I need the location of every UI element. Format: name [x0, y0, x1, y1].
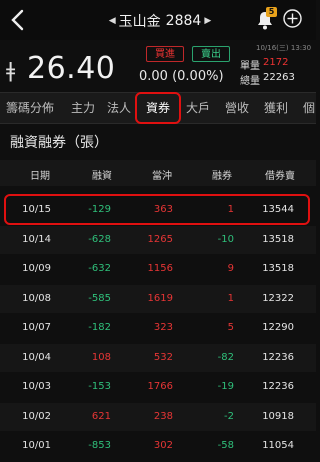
cell-short: 5	[227, 322, 234, 333]
cell-margin: -628	[88, 233, 111, 245]
cell-margin: -632	[88, 263, 111, 274]
stock-name: 玉山金	[118, 14, 161, 30]
cell-short: -10	[217, 233, 234, 245]
column-header-margin: 融資	[92, 171, 112, 182]
cell-daytrade: 302	[153, 440, 173, 451]
cell-margin: -153	[88, 381, 111, 392]
table-row[interactable]: 10/02 621 238 -2 10918	[0, 402, 316, 431]
cell-lend: 13518	[262, 233, 294, 245]
column-header-lend-sell: 借券賣	[265, 171, 295, 182]
cell-date: 10/03	[22, 381, 51, 392]
stock-code: 2884	[165, 13, 202, 29]
cell-lend: 12290	[262, 322, 294, 333]
price-flat-icon: ǂ	[6, 58, 16, 82]
table-row[interactable]: 10/01 -853 302 -58 11054	[0, 432, 316, 460]
highlighted-row-outline	[4, 194, 310, 225]
table-row[interactable]: 10/08 -585 1619 1 12322	[0, 284, 316, 313]
cell-date: 10/02	[22, 410, 51, 422]
current-price: 26.40	[27, 51, 116, 86]
cell-lend: 11054	[262, 440, 294, 451]
quote-timestamp: 10/16(三) 13:30	[256, 44, 312, 52]
cell-lend: 10918	[262, 410, 294, 422]
cell-date: 10/08	[22, 292, 51, 304]
total-volume-value: 22263	[263, 72, 295, 83]
table-row[interactable]: 10/03 -153 1766 -19 12236	[0, 373, 316, 401]
sell-button[interactable]: 賣出	[192, 46, 230, 62]
cell-margin: -182	[88, 322, 111, 333]
stock-switcher[interactable]: ◀ 玉山金 2884 ▶	[95, 11, 225, 31]
cell-margin: -853	[88, 440, 111, 451]
tab-main-force[interactable]: 主力	[71, 93, 95, 123]
cell-daytrade: 238	[153, 410, 173, 422]
single-volume-label: 單量	[240, 61, 260, 72]
cell-date: 10/07	[22, 322, 51, 333]
column-header-date: 日期	[30, 171, 50, 182]
top-bar: ◀ 玉山金 2884 ▶ 5	[0, 0, 316, 40]
section-title: 融資融券（張）	[10, 135, 108, 151]
cell-daytrade: 1766	[147, 381, 173, 392]
cell-date: 10/04	[22, 351, 51, 363]
cell-daytrade: 1619	[147, 292, 173, 304]
single-volume-value: 2172	[263, 57, 289, 68]
chevron-left-icon[interactable]	[8, 8, 28, 32]
next-stock-icon[interactable]: ▶	[204, 16, 211, 26]
cell-daytrade: 532	[153, 351, 173, 363]
plus-circle-icon[interactable]	[283, 9, 302, 28]
cell-lend: 13518	[262, 263, 294, 274]
cell-short: -2	[224, 410, 234, 422]
tab-chip-distribution[interactable]: 籌碼分佈	[6, 93, 54, 123]
cell-short: -58	[217, 440, 234, 451]
cell-date: 10/09	[22, 263, 51, 274]
tab-institutional[interactable]: 法人	[107, 93, 131, 123]
table-row[interactable]: 10/14 -628 1265 -10 13518	[0, 225, 316, 254]
notification-badge: 5	[266, 7, 277, 17]
total-volume-label: 總量	[240, 76, 260, 87]
active-tab-highlight	[135, 92, 181, 124]
cell-margin: 108	[91, 351, 111, 363]
tab-revenue[interactable]: 營收	[225, 93, 249, 123]
column-header-short: 融券	[212, 171, 232, 182]
buy-button[interactable]: 買進	[146, 46, 184, 62]
cell-margin: -585	[88, 292, 111, 304]
cell-lend: 12236	[262, 381, 294, 392]
cell-daytrade: 1156	[147, 263, 173, 274]
cell-short: 1	[227, 292, 234, 304]
cell-daytrade: 323	[153, 322, 173, 333]
cell-short: -19	[217, 381, 234, 392]
tab-profit[interactable]: 獲利	[264, 93, 288, 123]
tab-more[interactable]: 個	[303, 93, 315, 123]
cell-margin: 621	[91, 410, 111, 422]
cell-lend: 12322	[262, 292, 294, 304]
cell-short: -82	[217, 351, 234, 363]
cell-daytrade: 1265	[147, 233, 173, 245]
table-header: 日期 融資 當沖 融券 借券賣	[0, 160, 316, 186]
tab-big-holders[interactable]: 大戶	[186, 93, 210, 123]
cell-lend: 12236	[262, 351, 294, 363]
table-row[interactable]: 10/09 -632 1156 9 13518	[0, 255, 316, 283]
price-change: 0.00 (0.00%)	[139, 69, 224, 84]
cell-date: 10/14	[22, 233, 51, 245]
table-row[interactable]: 10/07 -182 323 5 12290	[0, 314, 316, 342]
cell-short: 9	[227, 263, 234, 274]
prev-stock-icon[interactable]: ◀	[109, 16, 116, 26]
column-header-daytrade: 當沖	[152, 171, 172, 182]
table-row[interactable]: 10/04 108 532 -82 12236	[0, 343, 316, 372]
cell-date: 10/01	[22, 440, 51, 451]
